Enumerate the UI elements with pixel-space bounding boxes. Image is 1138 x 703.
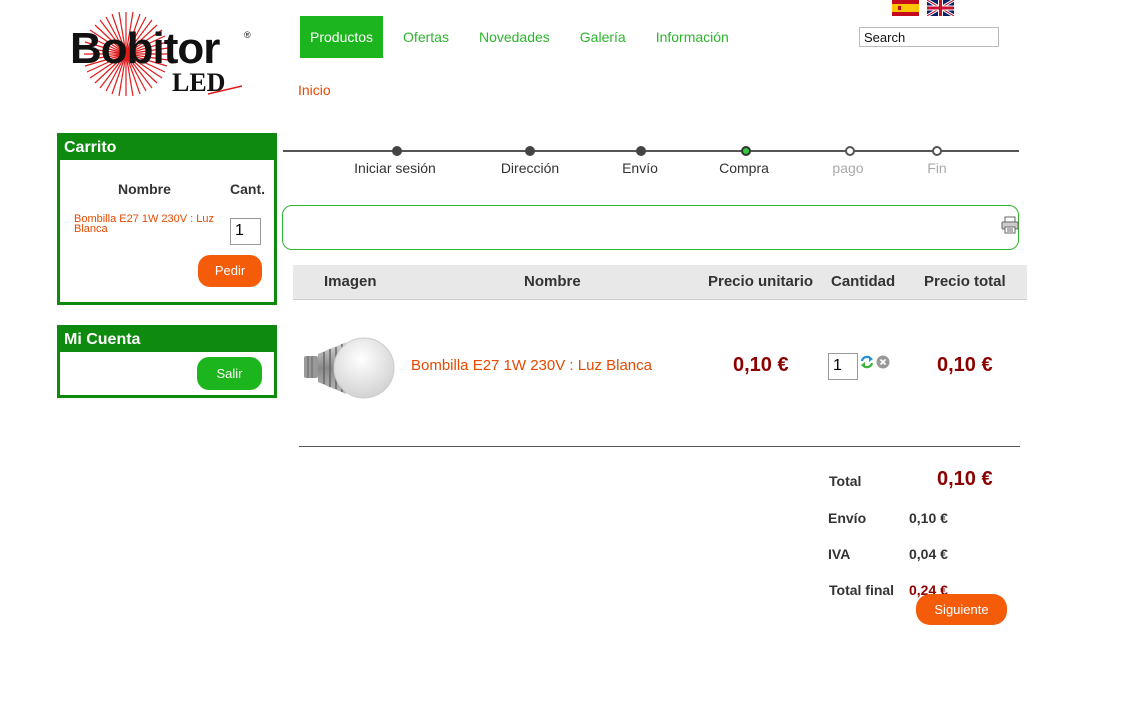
th-name: Nombre (524, 273, 581, 290)
unit-price: 0,10 € (733, 354, 789, 376)
nav-ofertas[interactable]: Ofertas (393, 16, 459, 58)
search-input[interactable] (859, 27, 999, 47)
nav-informacion[interactable]: Información (646, 16, 739, 58)
step-payment: pago (832, 160, 864, 176)
account-title: Mi Cuenta (60, 328, 274, 352)
th-unit-price: Precio unitario (708, 273, 814, 290)
account-box: Mi Cuenta Salir (57, 325, 277, 398)
tax-label: IVA (828, 546, 851, 562)
cart-col-qty: Cant. (230, 181, 265, 197)
message-box (282, 205, 1019, 250)
row-total-price: 0,10 € (937, 354, 993, 376)
refresh-icon[interactable] (859, 354, 875, 370)
cart-col-name: Nombre (118, 181, 171, 197)
step-dot-end (932, 146, 942, 156)
breadcrumb[interactable]: Inicio (298, 82, 331, 98)
step-dot-shipping (636, 146, 646, 156)
uk-flag-icon[interactable] (927, 0, 954, 16)
remove-icon[interactable] (876, 355, 890, 369)
cart-item-qty[interactable]: 1 (230, 218, 261, 245)
total-label: Total (829, 473, 862, 489)
step-login: Iniciar sesión (354, 160, 436, 176)
cart-box: Carrito Nombre Cant. Bombilla E27 1W 230… (57, 133, 277, 305)
table-divider (299, 446, 1020, 447)
step-end: Fin (927, 160, 947, 176)
step-dot-login (392, 146, 402, 156)
step-purchase: Compra (719, 160, 769, 176)
step-dot-payment (845, 146, 855, 156)
th-quantity: Cantidad (831, 273, 896, 290)
product-bulb-image[interactable] (300, 328, 400, 408)
total-value: 0,10 € (937, 468, 993, 490)
product-name-link[interactable]: Bombilla E27 1W 230V : Luz Blanca (411, 357, 652, 374)
main-nav: Productos Ofertas Novedades Galería Info… (300, 16, 739, 58)
spain-flag-icon[interactable] (892, 0, 919, 16)
shipping-label: Envío (828, 510, 867, 526)
th-total-price: Precio total (924, 273, 1006, 290)
logo-registered-mark: ® (244, 30, 251, 40)
cart-item-name[interactable]: Bombilla E27 1W 230V : Luz Blanca (74, 214, 216, 235)
cart-title: Carrito (60, 136, 274, 160)
logo-subtext: LED (172, 68, 226, 97)
step-dot-purchase (741, 146, 751, 156)
step-address: Dirección (500, 160, 560, 176)
nav-novedades[interactable]: Novedades (469, 16, 560, 58)
language-switcher (892, 0, 954, 16)
shipping-value: 0,10 € (909, 510, 948, 526)
logout-button[interactable]: Salir (197, 357, 262, 390)
print-icon[interactable] (1001, 216, 1019, 234)
tax-value: 0,04 € (909, 546, 948, 562)
step-dot-address (525, 146, 535, 156)
cart-table-header (293, 265, 1027, 300)
nav-galeria[interactable]: Galería (570, 16, 636, 58)
next-button[interactable]: Siguiente (916, 594, 1007, 625)
logo-text: Bobitor (70, 24, 220, 73)
step-shipping: Envío (622, 160, 658, 176)
nav-productos[interactable]: Productos (300, 16, 384, 58)
final-total-label: Total final (829, 582, 895, 598)
order-button[interactable]: Pedir (198, 255, 262, 287)
th-image: Imagen (324, 273, 377, 290)
quantity-input[interactable]: 1 (828, 353, 858, 380)
